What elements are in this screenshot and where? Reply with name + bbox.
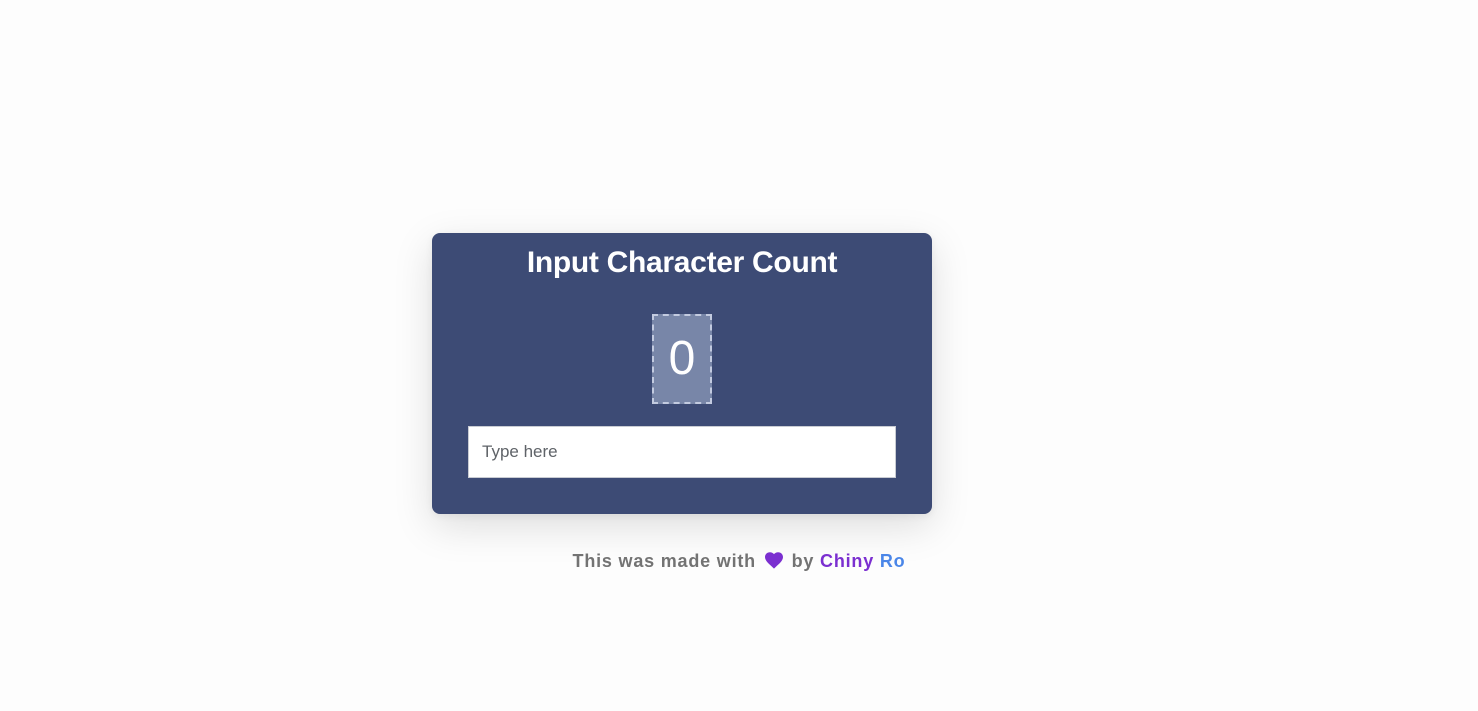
card-title: Input Character Count xyxy=(526,246,838,279)
footer-credit: This was made with by Chiny Ro xyxy=(0,549,1478,573)
author-link[interactable]: Chiny Ro xyxy=(820,551,905,571)
footer-by: by xyxy=(791,551,815,571)
author-first-name: Chiny xyxy=(820,551,875,571)
character-count-display: 0 xyxy=(652,314,712,404)
author-last-name: Ro xyxy=(879,551,906,571)
heart-icon xyxy=(764,552,783,569)
character-count-card: Input Character Count 0 xyxy=(432,233,932,514)
footer-prefix: This was made with xyxy=(572,551,756,571)
page: Input Character Count 0 This was made wi… xyxy=(0,0,1478,711)
text-input[interactable] xyxy=(468,426,896,478)
